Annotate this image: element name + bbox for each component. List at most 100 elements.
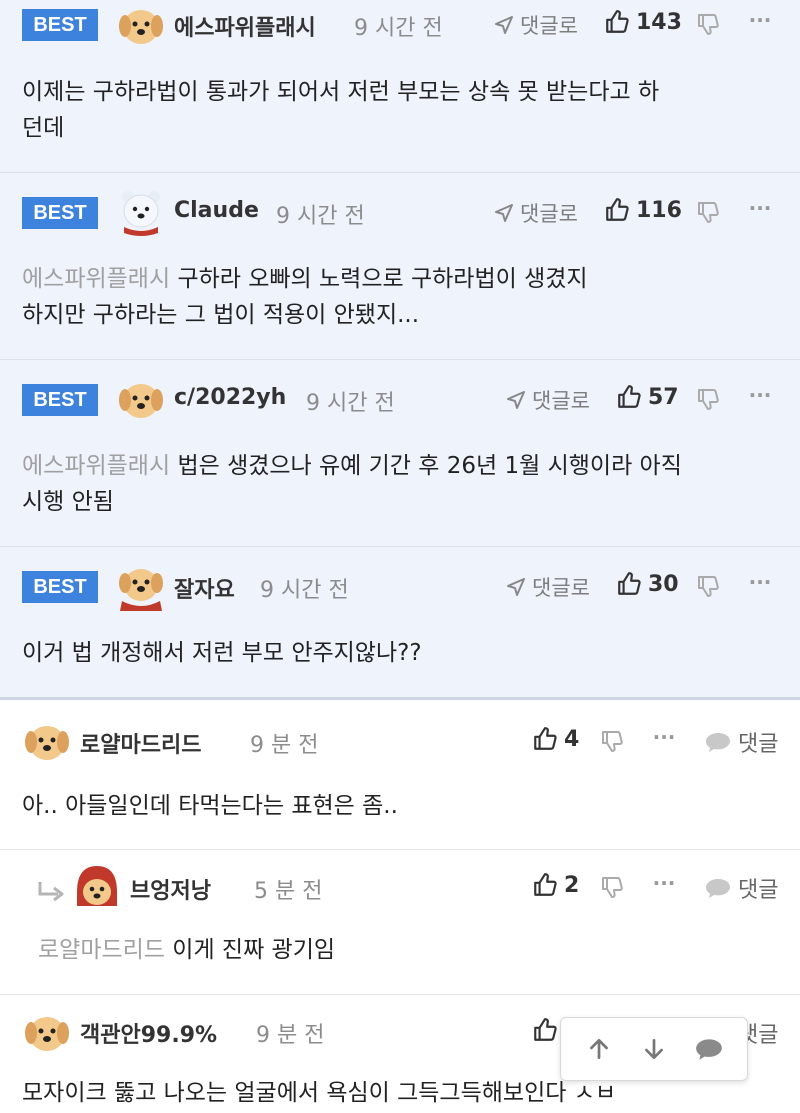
like-button[interactable]: 30	[616, 571, 679, 597]
reply-link[interactable]: 댓글로	[494, 198, 578, 228]
more-icon[interactable]: ···	[748, 8, 772, 32]
comment-text: 에스파위플래시 법은 생겼으나 유예 기간 후 26년 1월 시행이라 아직 시…	[22, 448, 778, 520]
more-icon[interactable]: ···	[748, 196, 772, 220]
comment-bubble-icon[interactable]	[689, 1029, 729, 1069]
timestamp: 9 분 전	[250, 733, 319, 758]
mention[interactable]: 로얄마드리드	[38, 937, 165, 963]
puppy-hood-avatar[interactable]	[72, 862, 122, 912]
timestamp: 9 시간 전	[306, 391, 395, 416]
thumbs-down-icon[interactable]	[696, 387, 720, 411]
comment-text: 아.. 아들일인데 타먹는다는 표현은 좀..	[22, 793, 398, 819]
puppy-avatar[interactable]	[22, 716, 72, 766]
comment-text: 에스파위플래시 구하라 오빠의 노력으로 구하라법이 생겼지 하지만 구하라는 …	[22, 261, 778, 333]
reply-arrow-icon	[38, 882, 64, 902]
timestamp: 5 분 전	[254, 879, 323, 904]
thumbs-up-icon	[606, 10, 629, 33]
username[interactable]: c/2022yh	[174, 385, 286, 410]
navigate-arrow-icon	[495, 204, 513, 222]
comment-line: 이거 법 개정해서 저런 부모 안주지않나??	[22, 640, 422, 666]
username[interactable]: 에스파위플래시	[174, 10, 316, 42]
reply-button[interactable]: 댓글	[704, 872, 778, 904]
puppy-avatar[interactable]	[116, 0, 166, 50]
navigate-arrow-icon	[495, 16, 513, 34]
reply-link-label: 댓글로	[532, 389, 590, 413]
thumbs-down-icon[interactable]	[600, 875, 624, 899]
username[interactable]: 로얄마드리드	[80, 727, 201, 759]
mention[interactable]: 에스파위플래시	[22, 453, 170, 479]
comment-text: 로얄마드리드 이게 진짜 광기임	[38, 932, 778, 968]
more-icon[interactable]: ···	[652, 871, 676, 895]
thumbs-down-icon[interactable]	[600, 729, 624, 753]
like-button[interactable]: 116	[604, 197, 682, 223]
thumbs-up-icon	[534, 727, 557, 750]
comment-line: 이제는 구하라법이 통과가 되어서 저런 부모는 상속 못 받는다고 하	[22, 79, 660, 105]
like-button[interactable]: 4	[532, 726, 579, 752]
comment-line: 하지만 구하라는 그 법이 적용이 안됐지...	[22, 302, 420, 328]
navigate-arrow-icon	[507, 578, 525, 596]
best-comment: BEST Claude 9 시간 전 댓글로 116 ··· 에스파위플래시 구…	[0, 173, 800, 360]
scroll-down-icon[interactable]	[634, 1029, 674, 1069]
comment-text: 이제는 구하라법이 통과가 되어서 저런 부모는 상속 못 받는다고 하 던데	[22, 74, 778, 146]
reply-link-label: 댓글로	[520, 202, 578, 226]
thumbs-up-icon	[534, 873, 557, 896]
thumbs-up-icon	[618, 572, 641, 595]
polar-bear-avatar[interactable]	[116, 187, 166, 237]
mention[interactable]: 에스파위플래시	[22, 266, 170, 292]
best-badge: BEST	[22, 384, 98, 416]
comment-line-text: 이게 진짜 광기임	[172, 937, 336, 963]
reply-link[interactable]: 댓글로	[506, 572, 590, 602]
like-count: 143	[636, 9, 682, 35]
puppy-scarf-avatar[interactable]	[116, 561, 166, 611]
more-icon[interactable]: ···	[652, 725, 676, 749]
navigate-arrow-icon	[507, 391, 525, 409]
comment-line-text: 구하라 오빠의 노력으로 구하라법이 생겼지	[177, 266, 588, 292]
like-button[interactable]: 57	[616, 384, 679, 410]
thumbs-up-icon	[606, 198, 629, 221]
floating-nav-bar	[560, 1017, 748, 1081]
comment: 로얄마드리드 9 분 전 4 ··· 댓글 아.. 아들일인데 타먹는다는 표현…	[0, 700, 800, 850]
like-count: 57	[648, 384, 679, 410]
reply-button[interactable]: 댓글	[704, 726, 778, 758]
more-icon[interactable]: ···	[748, 383, 772, 407]
speech-bubble-icon	[706, 879, 730, 898]
reply-link[interactable]: 댓글로	[494, 10, 578, 40]
comment-text: 이거 법 개정해서 저런 부모 안주지않나??	[22, 635, 778, 671]
username[interactable]: 브엉저낭	[130, 873, 211, 905]
reply-comment: 브엉저낭 5 분 전 2 ··· 댓글 로얄마드리드 이게 진짜 광기임	[0, 850, 800, 995]
puppy-avatar[interactable]	[116, 374, 166, 424]
like-count: 116	[636, 197, 682, 223]
thumbs-down-icon[interactable]	[696, 12, 720, 36]
username[interactable]: 객관안99.9%	[80, 1017, 217, 1049]
timestamp: 9 분 전	[256, 1023, 325, 1048]
reply-label: 댓글	[738, 878, 779, 903]
like-count: 2	[564, 872, 580, 898]
like-button[interactable]: 143	[604, 9, 682, 35]
comment-line-text: 법은 생겼으나 유예 기간 후 26년 1월 시행이라 아직	[177, 453, 682, 479]
best-badge: BEST	[22, 9, 98, 41]
puppy-avatar[interactable]	[22, 1007, 72, 1057]
thumbs-down-icon[interactable]	[696, 200, 720, 224]
reply-label: 댓글	[738, 732, 779, 757]
more-icon[interactable]: ···	[748, 570, 772, 594]
comment-line: 던데	[22, 115, 65, 141]
speech-bubble-icon	[706, 733, 730, 752]
username[interactable]: Claude	[174, 198, 259, 223]
thumbs-down-icon[interactable]	[696, 574, 720, 598]
best-badge: BEST	[22, 197, 98, 229]
best-comment: BEST 에스파위플래시 9 시간 전 댓글로 143 ··· 이제는 구하라법…	[0, 0, 800, 173]
username[interactable]: 잘자요	[174, 572, 235, 604]
thumbs-up-icon	[534, 1018, 557, 1041]
best-badge: BEST	[22, 571, 98, 603]
timestamp: 9 시간 전	[276, 204, 365, 229]
comment-line: 시행 안됨	[22, 489, 114, 515]
comment-line: 에스파위플래시 법은 생겼으나 유예 기간 후 26년 1월 시행이라 아직	[22, 448, 778, 484]
reply-link-label: 댓글로	[520, 14, 578, 38]
reply-link[interactable]: 댓글로	[506, 385, 590, 415]
best-comment: BEST 잘자요 9 시간 전 댓글로 30 ··· 이거 법 개정해서 저런 …	[0, 547, 800, 700]
scroll-up-icon[interactable]	[579, 1029, 619, 1069]
best-comment: BEST c/2022yh 9 시간 전 댓글로 57 ··· 에스파위플래시 …	[0, 360, 800, 547]
like-button[interactable]: 2	[532, 872, 579, 898]
like-count: 4	[564, 726, 580, 752]
timestamp: 9 시간 전	[260, 578, 349, 603]
thumbs-up-icon	[618, 385, 641, 408]
